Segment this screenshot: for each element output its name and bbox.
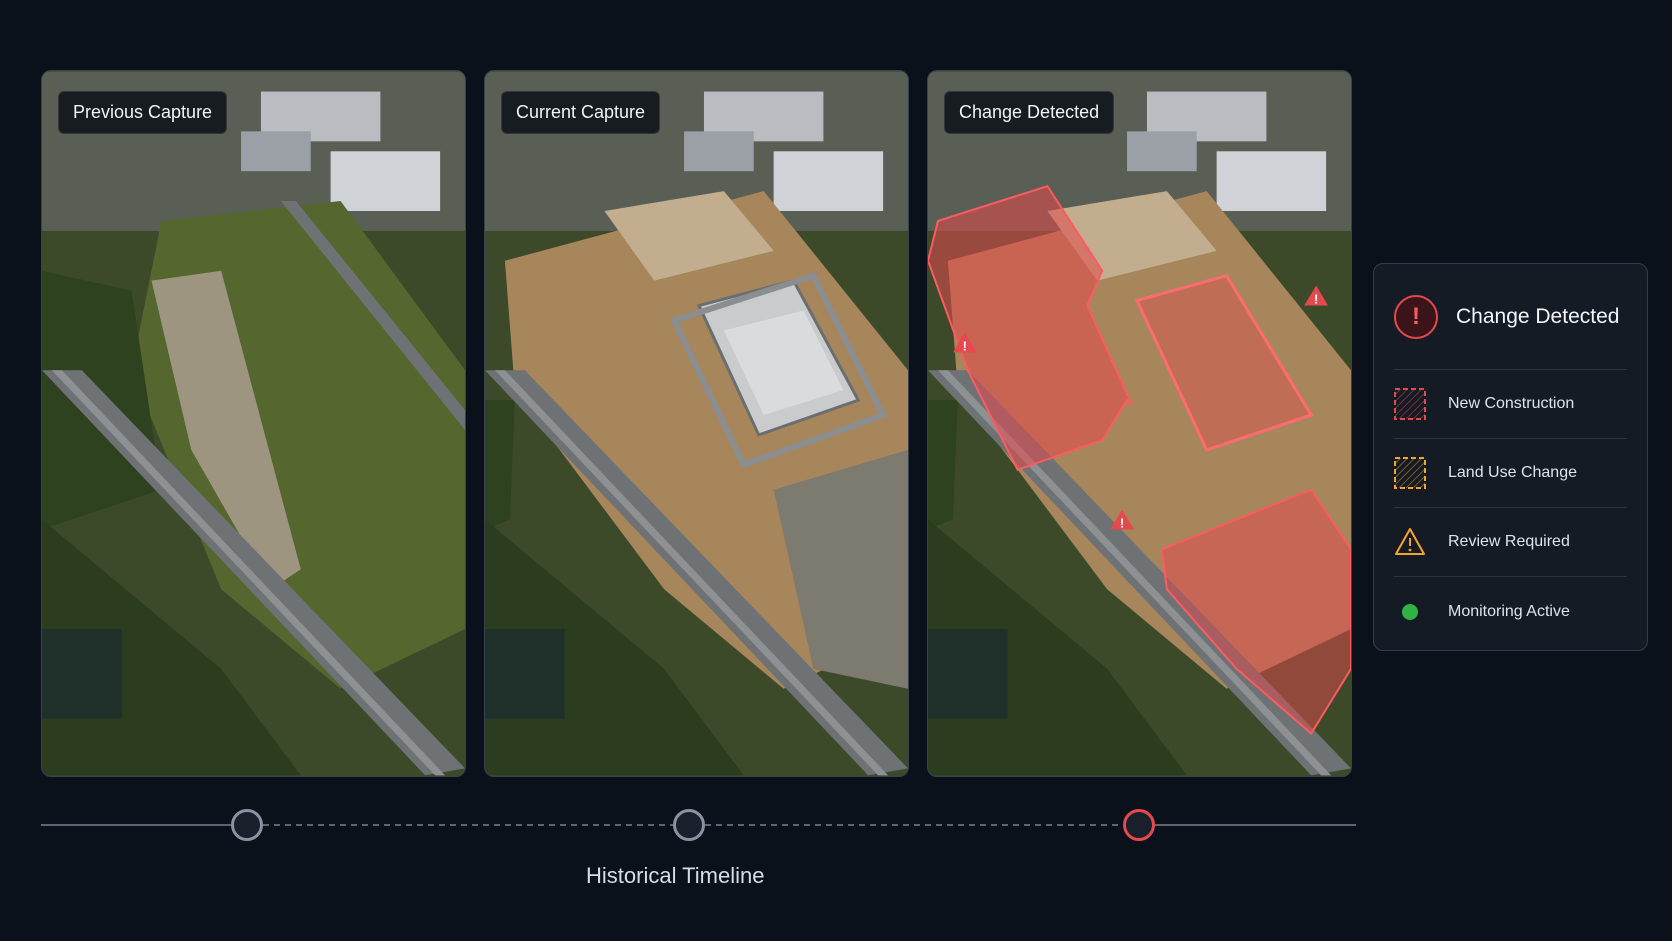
current-aerial-image — [485, 71, 908, 776]
timeline-node-current[interactable] — [673, 809, 705, 841]
legend-item-label: Land Use Change — [1448, 464, 1577, 481]
legend-title: Change Detected — [1456, 304, 1620, 328]
previous-capture-panel[interactable]: Previous Capture — [41, 70, 466, 777]
exclamation-icon: ! — [1394, 294, 1438, 339]
legend-item-label: Monitoring Active — [1448, 602, 1570, 620]
green-dot-icon — [1394, 596, 1426, 628]
timeline-node-change[interactable] — [1123, 809, 1155, 841]
change-aerial-image: ! ! ! — [928, 71, 1351, 776]
timeline-node-previous[interactable] — [231, 809, 263, 841]
legend-header: ! Change Detected — [1394, 264, 1627, 370]
change-detection-view: Previous Capture Current Capture ! ! ! C… — [0, 0, 1672, 941]
change-detected-panel[interactable]: ! ! ! Change Detected — [927, 70, 1352, 777]
svg-text:!: ! — [1120, 516, 1124, 531]
legend-card: ! Change Detected New Construction Land … — [1373, 263, 1648, 651]
legend-item-label: Review Required — [1448, 533, 1570, 550]
legend-item-label: New Construction — [1448, 395, 1575, 412]
svg-text:!: ! — [963, 338, 967, 353]
legend-item-review-required[interactable]: Review Required — [1394, 508, 1627, 577]
panel-label: Previous Capture — [58, 91, 228, 134]
panel-label: Current Capture — [501, 91, 661, 134]
legend-item-monitoring-active[interactable]: Monitoring Active — [1394, 577, 1627, 646]
previous-aerial-image — [42, 71, 465, 776]
dashed-orange-hatched-square-icon — [1394, 457, 1426, 489]
legend-item-new-construction[interactable]: New Construction — [1394, 370, 1627, 439]
legend-item-land-use-change[interactable]: Land Use Change — [1394, 439, 1627, 508]
dashed-red-hatched-square-icon — [1394, 388, 1426, 420]
panel-label: Change Detected — [944, 91, 1115, 134]
historical-timeline — [41, 805, 1356, 845]
timeline-title: Historical Timeline — [586, 863, 765, 888]
svg-text:!: ! — [1314, 292, 1318, 307]
warning-triangle-icon — [1394, 526, 1426, 558]
current-capture-panel[interactable]: Current Capture — [484, 70, 909, 777]
